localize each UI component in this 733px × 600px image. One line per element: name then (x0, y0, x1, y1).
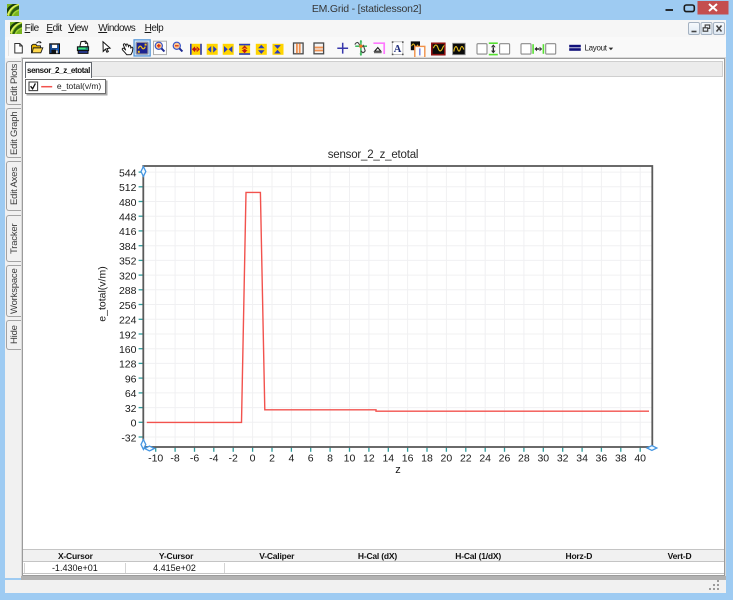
svg-text:sensor_2_z_etotal: sensor_2_z_etotal (328, 149, 419, 161)
svg-text:14: 14 (382, 453, 394, 465)
svg-text:96: 96 (125, 373, 137, 385)
svg-text:4: 4 (288, 453, 294, 465)
svg-text:-6: -6 (190, 453, 199, 465)
svg-text:0: 0 (250, 453, 256, 465)
svg-text:30: 30 (537, 453, 549, 465)
svg-text:6: 6 (308, 453, 314, 465)
svg-text:512: 512 (119, 182, 137, 194)
svg-text:384: 384 (119, 241, 137, 253)
svg-text:-4: -4 (209, 453, 218, 465)
svg-text:26: 26 (499, 453, 511, 465)
svg-text:288: 288 (119, 285, 137, 297)
svg-text:256: 256 (119, 300, 137, 312)
svg-text:e_total(v/m): e_total(v/m) (97, 266, 109, 321)
svg-text:A: A (394, 44, 402, 55)
svg-text:-2: -2 (229, 453, 238, 465)
svg-text:34: 34 (576, 453, 588, 465)
svg-text:-32: -32 (121, 432, 136, 444)
svg-text:192: 192 (119, 329, 137, 341)
svg-text:224: 224 (119, 315, 137, 327)
svg-text:480: 480 (119, 197, 137, 209)
svg-text:544: 544 (119, 167, 137, 179)
svg-text:20: 20 (441, 453, 453, 465)
svg-text:128: 128 (119, 359, 137, 371)
svg-text:28: 28 (518, 453, 530, 465)
svg-text:32: 32 (557, 453, 569, 465)
svg-text:36: 36 (596, 453, 608, 465)
svg-text:32: 32 (125, 403, 137, 415)
svg-text:352: 352 (119, 256, 137, 268)
svg-text:22: 22 (460, 453, 472, 465)
svg-text:448: 448 (119, 212, 137, 224)
svg-text:-8: -8 (170, 453, 179, 465)
svg-text:18: 18 (421, 453, 433, 465)
svg-text:64: 64 (125, 388, 137, 400)
svg-text:416: 416 (119, 226, 137, 238)
svg-text:z: z (395, 464, 401, 476)
svg-text:320: 320 (119, 270, 137, 282)
svg-text:Layout: Layout (585, 43, 608, 52)
svg-text:24: 24 (479, 453, 491, 465)
svg-text:160: 160 (119, 344, 137, 356)
svg-text:40: 40 (634, 453, 646, 465)
svg-text:0: 0 (131, 418, 137, 430)
svg-text:16: 16 (402, 453, 414, 465)
svg-text:12: 12 (363, 453, 375, 465)
svg-text:38: 38 (615, 453, 627, 465)
svg-text:e_total(v/m): e_total(v/m) (57, 81, 101, 91)
svg-text:10: 10 (344, 453, 356, 465)
svg-text:2: 2 (269, 453, 275, 465)
svg-text:-10: -10 (148, 453, 163, 465)
svg-text:8: 8 (327, 453, 333, 465)
